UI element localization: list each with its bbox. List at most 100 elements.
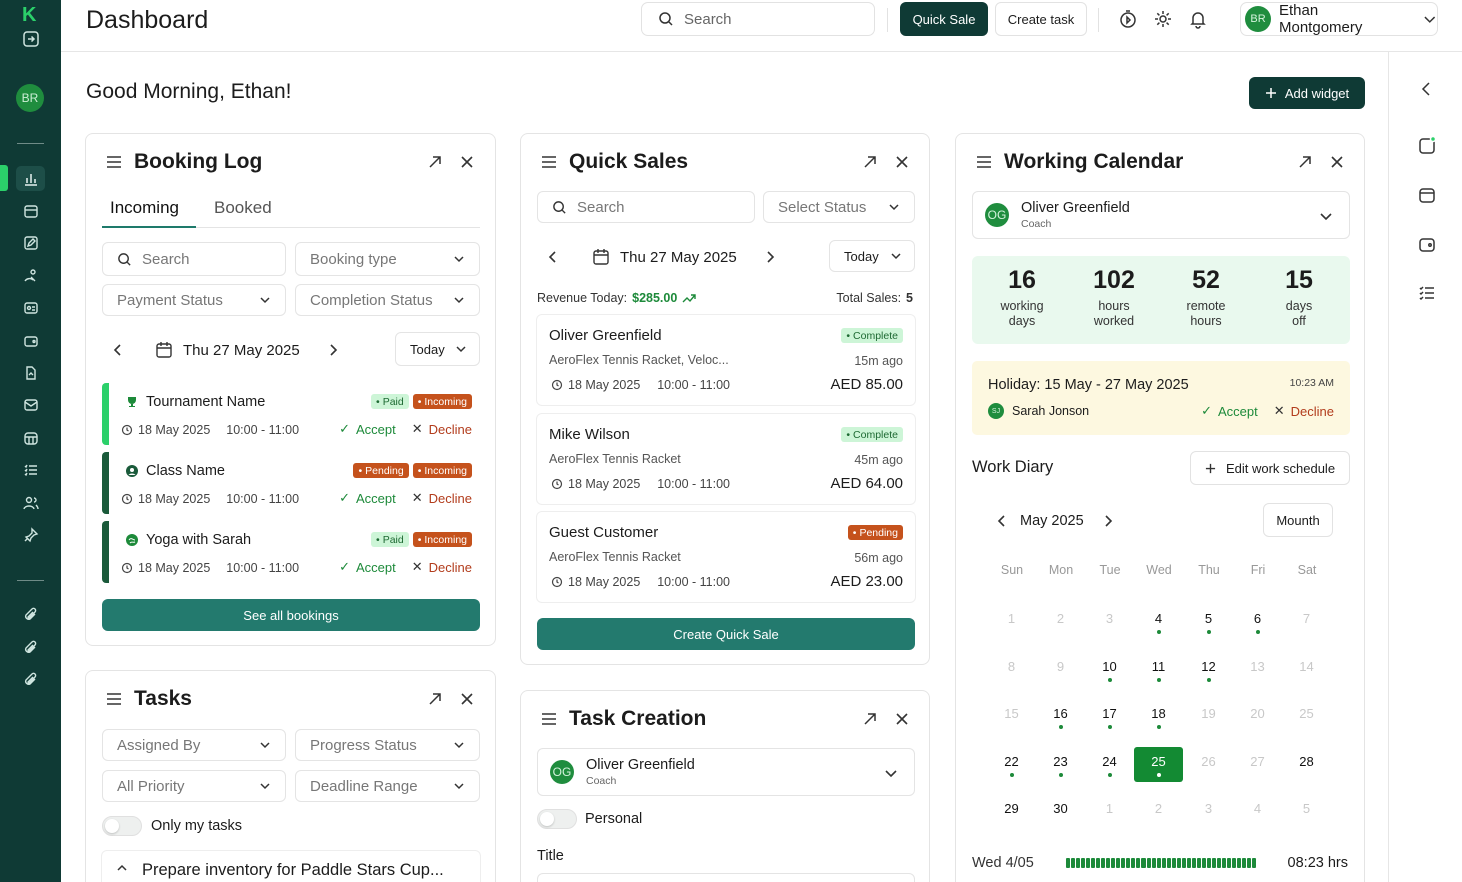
today-select[interactable]: Today [395,332,480,366]
calendar-day[interactable]: 5 [1184,604,1233,639]
calendar-day[interactable]: 13 [1233,652,1282,687]
personal-toggle[interactable] [537,809,577,829]
collapse-icon[interactable] [20,28,42,50]
calendar-day[interactable]: 18 [1134,699,1183,734]
calendar-day[interactable]: 6 [1233,604,1282,639]
drag-handle-icon[interactable] [106,155,122,169]
chevron-right-icon[interactable] [763,250,777,264]
wallet-icon[interactable] [20,330,42,352]
calendar-day[interactable]: 8 [987,652,1036,687]
calendar-day[interactable]: 11 [1134,652,1183,687]
timer-icon[interactable] [1118,9,1138,29]
calendar-day-selected[interactable]: 25 [1134,746,1183,782]
chevron-left-icon[interactable] [111,343,125,357]
calendar-day[interactable]: 3 [1085,604,1134,639]
close-icon[interactable] [894,711,910,727]
accept-button[interactable]: ✓ Accept [339,490,396,506]
assigned-by-select[interactable]: Assigned By [102,729,286,761]
accept-button[interactable]: ✓ Accept [339,421,396,437]
booking-type-select[interactable]: Booking type [295,242,480,276]
add-widget-button[interactable]: Add widget [1249,77,1365,109]
pin-icon[interactable] [20,524,42,546]
calendar-day[interactable]: 2 [1134,794,1183,829]
attachment-icon[interactable] [20,669,42,691]
drag-handle-icon[interactable] [106,692,122,706]
attachment-icon[interactable] [20,637,42,659]
calendar-day[interactable]: 10 [1085,652,1134,687]
task-list-icon[interactable] [20,459,42,481]
calendar-day[interactable]: 29 [987,794,1036,829]
notes-icon[interactable] [1417,136,1437,156]
sale-item[interactable]: Mike Wilson AeroFlex Tennis Racket 18 Ma… [537,414,915,504]
task-item[interactable]: Prepare inventory for Paddle Stars Cup..… [102,851,480,882]
payment-status-select[interactable]: Payment Status [102,284,286,316]
chevron-right-icon[interactable] [326,343,340,357]
calendar-day[interactable]: 2 [1036,604,1085,639]
coach-select[interactable]: OG Oliver Greenfield Coach [972,191,1350,239]
calendar-day[interactable]: 5 [1282,794,1331,829]
calendar-day[interactable]: 23 [1036,747,1085,782]
booking-item[interactable]: Class Name • Pending • Incoming 18 May 20… [102,452,480,514]
attachment-icon[interactable] [20,604,42,626]
drag-handle-icon[interactable] [541,712,557,726]
checklist-icon[interactable] [1417,283,1437,303]
status-select[interactable]: Select Status [763,191,915,223]
decline-button[interactable]: ✕ Decline [412,490,472,506]
edit-icon[interactable] [20,232,42,254]
dashboard-icon[interactable] [20,168,42,190]
expand-icon[interactable] [1297,154,1313,170]
document-icon[interactable] [20,362,42,384]
expand-icon[interactable] [862,711,878,727]
mail-icon[interactable] [20,394,42,416]
calendar-day[interactable]: 19 [1184,699,1233,734]
decline-button[interactable]: ✕ Decline [1274,403,1334,419]
calendar-day[interactable]: 16 [1036,699,1085,734]
create-task-button[interactable]: Create task [995,2,1087,36]
priority-select[interactable]: All Priority [102,770,286,802]
calendar-day[interactable]: 27 [1233,747,1282,782]
only-my-tasks-toggle[interactable] [102,816,142,836]
calendar-day[interactable]: 22 [987,747,1036,782]
booking-item[interactable]: Yoga with Sarah • Paid • Incoming 18 May … [102,521,480,583]
view-mode-select[interactable]: Mounth [1263,503,1333,537]
close-icon[interactable] [894,154,910,170]
chevron-left-icon[interactable] [996,515,1008,527]
expand-icon[interactable] [427,691,443,707]
calendar-day[interactable]: 4 [1134,604,1183,639]
settings-icon[interactable] [1153,9,1173,29]
calendar-day[interactable]: 4 [1233,794,1282,829]
decline-button[interactable]: ✕ Decline [412,421,472,437]
calendar-day[interactable]: 9 [1036,652,1085,687]
bell-icon[interactable] [1188,9,1208,29]
users-icon[interactable] [20,492,42,514]
calendar-day[interactable]: 1 [987,604,1036,639]
sale-item[interactable]: Guest Customer AeroFlex Tennis Racket 18… [537,512,915,602]
calendar-day[interactable]: 30 [1036,794,1085,829]
edit-work-schedule-button[interactable]: Edit work schedule [1190,451,1350,485]
assignee-select[interactable]: OG Oliver Greenfield Coach [537,748,915,796]
calendar-icon[interactable] [20,200,42,222]
sale-item[interactable]: Oliver Greenfield AeroFlex Tennis Racket… [537,315,915,405]
id-card-icon[interactable] [20,297,42,319]
accept-button[interactable]: ✓ Accept [1201,403,1258,419]
chevron-left-icon[interactable] [546,250,560,264]
calendar-day[interactable]: 24 [1085,747,1134,782]
calendar-day[interactable]: 20 [1233,699,1282,734]
tab-incoming[interactable]: Incoming [110,198,179,218]
accept-button[interactable]: ✓ Accept [339,559,396,575]
decline-button[interactable]: ✕ Decline [412,559,472,575]
progress-status-select[interactable]: Progress Status [295,729,480,761]
global-search-input[interactable]: Search [641,2,875,36]
close-icon[interactable] [459,154,475,170]
tab-booked[interactable]: Booked [214,198,272,218]
calendar-icon[interactable] [1417,185,1437,205]
calendar-day[interactable]: 3 [1184,794,1233,829]
expand-icon[interactable] [427,154,443,170]
deadline-range-select[interactable]: Deadline Range [295,770,480,802]
drag-handle-icon[interactable] [541,155,557,169]
task-title-input[interactable] [537,873,915,882]
calendar-day[interactable]: 28 [1282,747,1331,782]
calendar-day[interactable]: 1 [1085,794,1134,829]
wallet-icon[interactable] [1417,234,1437,254]
players-icon[interactable] [20,265,42,287]
